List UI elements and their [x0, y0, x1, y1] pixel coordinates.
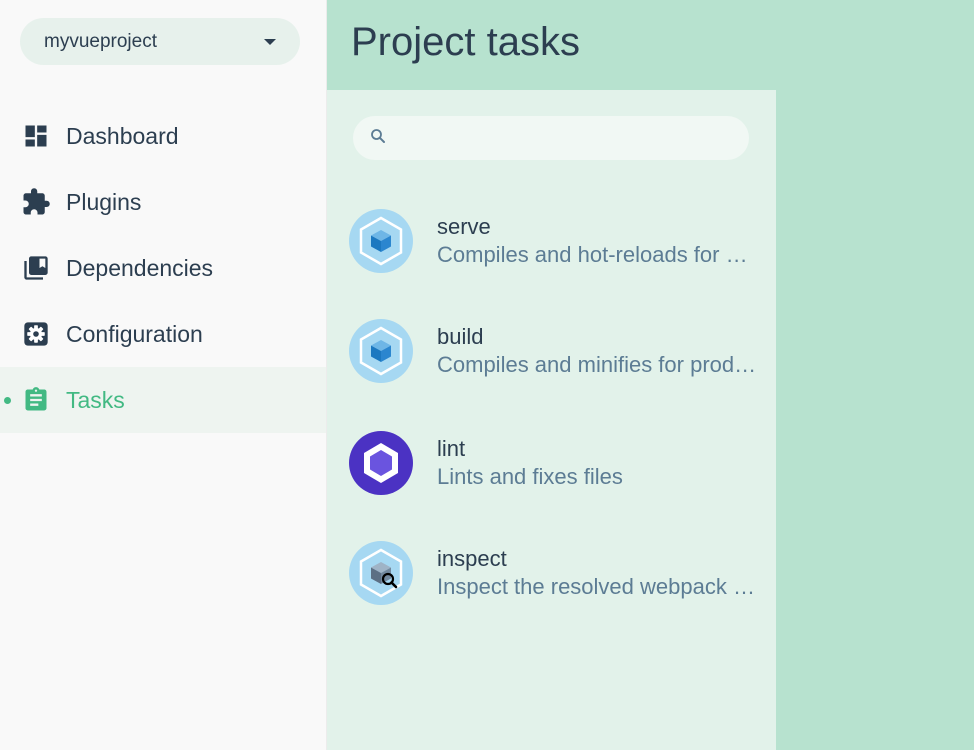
task-name: build: [437, 324, 484, 349]
gear-icon: [21, 319, 51, 349]
task-text: build Compiles and minifies for producti…: [437, 323, 759, 379]
sidebar-item-tasks[interactable]: Tasks: [0, 367, 326, 433]
sidebar-item-label: Plugins: [66, 188, 142, 215]
search-input[interactable]: [397, 122, 749, 154]
sidebar-item-dependencies[interactable]: Dependencies: [0, 235, 326, 301]
webpack-inspect-icon: [349, 541, 413, 605]
sidebar-item-label: Configuration: [66, 320, 203, 347]
task-text: inspect Inspect the resolved webpack con…: [437, 545, 759, 601]
search-box[interactable]: [353, 116, 749, 160]
sidebar-item-label: Tasks: [66, 386, 125, 413]
task-name: inspect: [437, 546, 507, 571]
puzzle-icon: [21, 187, 51, 217]
search-icon: [369, 127, 387, 150]
sidebar-nav: Dashboard Plugins Dependencies Configura…: [0, 103, 326, 433]
page-title: Project tasks: [351, 20, 580, 64]
task-item-serve[interactable]: serve Compiles and hot-reloads for devel…: [349, 201, 759, 281]
task-text: serve Compiles and hot-reloads for devel…: [437, 213, 759, 269]
task-text: lint Lints and fixes files: [437, 435, 759, 491]
task-name: lint: [437, 436, 466, 461]
task-item-build[interactable]: build Compiles and minifies for producti…: [349, 311, 759, 391]
details-pane: [776, 90, 974, 750]
sidebar-item-label: Dashboard: [66, 122, 179, 149]
task-name: serve: [437, 214, 491, 239]
task-description: Lints and fixes files: [437, 464, 623, 489]
eslint-icon: [349, 431, 413, 495]
task-list-pane: serve Compiles and hot-reloads for devel…: [327, 90, 776, 750]
clipboard-icon: [21, 385, 51, 415]
sidebar-item-label: Dependencies: [66, 254, 214, 281]
chevron-down-icon: [264, 38, 276, 45]
task-description: Compiles and minifies for production: [437, 352, 759, 377]
task-item-inspect[interactable]: inspect Inspect the resolved webpack con…: [349, 533, 759, 613]
webpack-cube-icon: [349, 319, 413, 383]
page-header: Project tasks: [327, 0, 974, 90]
sidebar-item-configuration[interactable]: Configuration: [0, 301, 326, 367]
dashboard-icon: [21, 121, 51, 151]
sidebar-item-dashboard[interactable]: Dashboard: [0, 103, 326, 169]
project-selector[interactable]: myvueproject: [20, 18, 300, 65]
project-name: myvueproject: [44, 30, 157, 52]
webpack-cube-icon: [349, 209, 413, 273]
sidebar-item-plugins[interactable]: Plugins: [0, 169, 326, 235]
library-icon: [21, 253, 51, 283]
task-description: Compiles and hot-reloads for development: [437, 242, 759, 267]
task-description: Inspect the resolved webpack config: [437, 574, 759, 599]
task-item-lint[interactable]: lint Lints and fixes files: [349, 423, 759, 503]
sidebar: myvueproject Dashboard Plugins Dependenc…: [0, 0, 327, 750]
active-indicator: [4, 397, 11, 404]
